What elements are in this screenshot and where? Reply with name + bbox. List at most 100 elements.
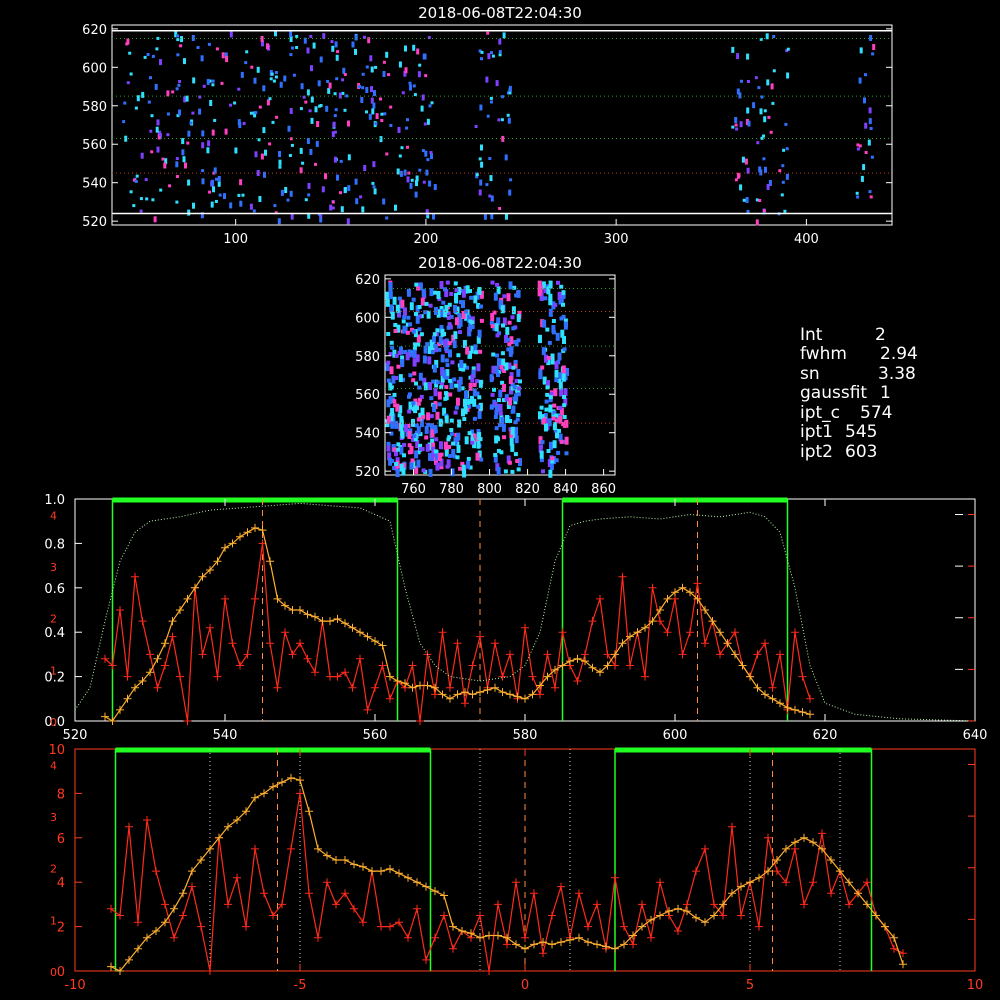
top-pixel xyxy=(223,193,226,200)
top-pixel xyxy=(354,48,357,55)
mid-pixel xyxy=(552,440,557,449)
mid-pixel xyxy=(418,372,423,381)
mid-pixel xyxy=(402,325,407,334)
wl-x-tick-label: 640 xyxy=(963,728,988,743)
off-profile-red-point xyxy=(476,911,484,920)
mid-pixel xyxy=(501,323,505,328)
top-pixel xyxy=(146,53,150,56)
top-y-tick-label: 580 xyxy=(82,100,107,115)
mid-pixel xyxy=(546,449,551,453)
top-pixel xyxy=(292,73,296,77)
top-pixel xyxy=(758,199,762,202)
mid-pixel xyxy=(425,443,430,452)
top-pixel xyxy=(422,53,426,60)
mid-pixel xyxy=(518,379,522,384)
wl-profile-red-point xyxy=(678,650,687,659)
wl-profile-orange-point xyxy=(326,617,334,626)
off-profile-red-point xyxy=(188,882,196,891)
off-x-tick-label: -5 xyxy=(294,978,307,993)
wl-profile-red-point xyxy=(266,639,274,648)
off-profile-red-point xyxy=(305,889,313,898)
wl-profile-orange-point xyxy=(633,628,642,637)
mid-pixel xyxy=(454,317,459,326)
mid-pixel xyxy=(542,319,547,328)
mid-pixel xyxy=(456,353,461,358)
top-pixel xyxy=(478,157,482,161)
top-pixel xyxy=(214,200,218,203)
top-pixel xyxy=(508,189,512,196)
off-profile-orange-point xyxy=(494,931,502,940)
top-pixel xyxy=(858,144,862,148)
top-pixel xyxy=(398,61,402,68)
off-profile-orange-point xyxy=(548,940,556,949)
mid-pixel xyxy=(388,395,393,404)
off-profile-orange-point xyxy=(656,911,664,920)
mid-pixel xyxy=(514,393,519,402)
top-pixel xyxy=(336,174,339,181)
top-pixel xyxy=(489,96,493,100)
wl-profile-orange-point xyxy=(303,610,312,619)
mid-pixel xyxy=(499,450,504,455)
top-pixel xyxy=(746,53,750,60)
fit-info-block: Int 2 fwhm 2.94 sn 3.38 gaussfit 1 ipt_c… xyxy=(800,325,918,462)
top-pixel xyxy=(221,52,225,59)
wl-profile-red-point xyxy=(131,572,139,581)
info-int-value: 2 xyxy=(875,325,886,345)
top-pixel xyxy=(396,168,400,175)
off-y-tick-label: 2 xyxy=(57,921,65,936)
mid-pixel xyxy=(476,363,481,372)
mid-pixel xyxy=(452,377,457,382)
top-pixel xyxy=(218,193,222,197)
top-pixel xyxy=(249,203,253,210)
mid-pixel xyxy=(497,398,501,403)
off-profile-orange-point xyxy=(674,904,682,913)
off-overlay-tick-label: 2 xyxy=(50,863,57,876)
mid-pixel xyxy=(407,450,412,455)
wl-profile-red-point xyxy=(333,672,342,681)
mid-pixel xyxy=(479,380,484,385)
off-profile-orange-point xyxy=(449,922,457,931)
top-pixel xyxy=(239,200,243,207)
info-int-label: Int xyxy=(800,325,823,345)
top-pixel xyxy=(341,78,345,82)
top-pixel xyxy=(397,126,401,133)
mid-pixel xyxy=(454,292,458,301)
mid-pixel xyxy=(538,371,543,380)
mid-pixel xyxy=(557,428,561,433)
top-pixel xyxy=(140,152,144,159)
mid-pixel xyxy=(465,346,470,355)
top-pixel xyxy=(771,101,775,105)
off-overlay-tick-label: 4 xyxy=(50,759,57,772)
wl-profile-orange-point xyxy=(506,690,514,699)
info-ipt1-value: 545 xyxy=(845,422,877,442)
mid-pixel xyxy=(429,396,434,401)
off-profile-red-point xyxy=(692,867,700,876)
off-profile-red-point xyxy=(728,822,736,831)
top-pixel xyxy=(187,179,191,186)
top-pixel xyxy=(767,115,771,119)
top-pixel xyxy=(210,201,214,208)
mid-pixel xyxy=(445,464,450,469)
top-pixel xyxy=(279,81,283,88)
off-profile-red-point xyxy=(179,911,187,920)
top-pixel xyxy=(288,154,292,157)
top-pixel xyxy=(277,218,281,225)
mid-pixel xyxy=(454,405,459,410)
mid-pixel xyxy=(395,447,400,452)
mid-pixel xyxy=(390,311,395,320)
off-profile-red-point xyxy=(440,911,448,920)
top-pixel xyxy=(354,178,358,185)
mid-pixel xyxy=(467,354,472,359)
top-pixel xyxy=(345,94,349,98)
top-pixel xyxy=(738,92,742,99)
mid-pixel xyxy=(421,415,425,420)
top-pixel xyxy=(412,44,416,51)
top-pixel xyxy=(274,71,278,74)
mid-pixel xyxy=(514,293,519,298)
mid-pixel xyxy=(477,432,482,441)
top-pixel xyxy=(425,209,429,216)
top-pixel xyxy=(289,190,293,197)
mid-pixel xyxy=(551,416,556,421)
off-x-tick-label: 10 xyxy=(967,978,984,993)
top-pixel xyxy=(290,143,294,147)
